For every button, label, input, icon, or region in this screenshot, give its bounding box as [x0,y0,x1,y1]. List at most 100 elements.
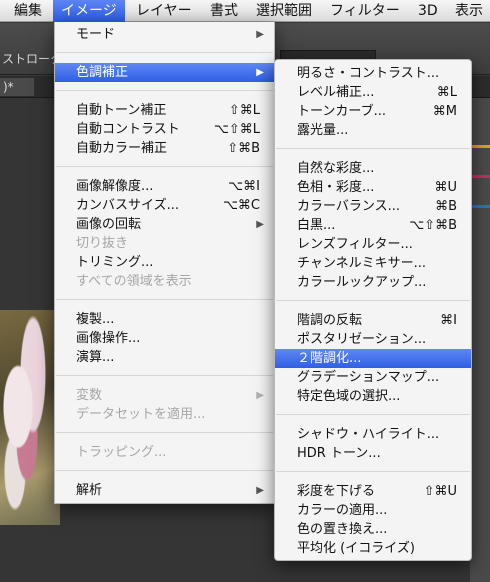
menu-item-label: 画像解像度... [76,179,154,194]
menu-item-equalize[interactable]: 平均化 (イコライズ) [275,539,471,558]
menu-item-crop: 切り抜き [55,234,274,253]
menu-item-label: トーンカーブ... [297,104,386,119]
menu-item-label: 白黒... [297,218,336,233]
menu-separator [276,471,470,472]
menu-item-black-white[interactable]: 白黒... ⌥⇧⌘B [275,216,471,235]
menu-item-label: 色相・彩度... [297,180,375,195]
menu-item-label: 明るさ・コントラスト... [297,66,440,81]
menu-item-calculations[interactable]: 演算... [55,348,274,367]
menu-item-label: トリミング... [76,255,154,270]
menu-item-label: レンズフィルター... [297,237,413,252]
menu-edit[interactable]: 編集 [6,0,50,22]
menu-item-label: レベル補正... [297,85,375,100]
menu-item-selective-color[interactable]: 特定色域の選択... [275,387,471,406]
menu-item-label: ポスタリゼーション... [297,332,427,347]
menu-item-label: 演算... [76,350,115,365]
menu-item-label: 露光量... [297,123,349,138]
menu-separator [56,166,273,167]
menu-item-hdr-toning[interactable]: HDR トーン... [275,444,471,463]
menu-item-shadows-highlights[interactable]: シャドウ・ハイライト... [275,425,471,444]
menu-item-replace-color[interactable]: 色の置き換え... [275,520,471,539]
menu-select[interactable]: 選択範囲 [248,0,320,22]
menu-item-canvas-size[interactable]: カンバスサイズ... ⌥⌘C [55,196,274,215]
menu-item-brightness-contrast[interactable]: 明るさ・コントラスト... [275,64,471,83]
menu-item-auto-contrast[interactable]: 自動コントラスト ⌥⇧⌘L [55,120,274,139]
menu-item-label: HDR トーン... [297,446,381,461]
menu-item-color-balance[interactable]: カラーバランス... ⌘B [275,197,471,216]
document-tab[interactable]: )* [0,78,34,96]
menu-image[interactable]: イメージ [53,0,125,22]
menu-item-trap: トラッピング... [55,443,274,462]
menu-item-shortcut: ⌘B [435,199,457,214]
menu-item-threshold[interactable]: ２階調化... [275,349,471,368]
menu-item-shortcut: ⌥⇧⌘L [213,122,260,137]
menu-item-photo-filter[interactable]: レンズフィルター... [275,235,471,254]
menu-item-invert[interactable]: 階調の反転 ⌘I [275,311,471,330]
menu-item-shortcut: ⌥⌘C [222,198,260,213]
menu-item-label: 画像操作... [76,331,141,346]
menu-item-image-size[interactable]: 画像解像度... ⌥⌘I [55,177,274,196]
stroke-label: ストローク [2,52,63,66]
menu-separator [276,300,470,301]
menu-item-levels[interactable]: レベル補正... ⌘L [275,83,471,102]
menu-item-label: 変数 [76,388,103,403]
menu-item-label: 特定色域の選択... [297,389,401,404]
submenu-arrow-icon: ▶ [256,29,264,40]
menu-item-trim[interactable]: トリミング... [55,253,274,272]
menu-item-label: シャドウ・ハイライト... [297,427,440,442]
menu-item-desaturate[interactable]: 彩度を下げる ⇧⌘U [275,482,471,501]
submenu-arrow-icon: ▶ [256,219,264,230]
menu-item-auto-color[interactable]: 自動カラー補正 ⇧⌘B [55,139,274,158]
menu-item-label: 複製... [76,312,115,327]
menu-item-label: カンバスサイズ... [76,198,180,213]
menu-item-exposure[interactable]: 露光量... [275,121,471,140]
menu-item-auto-tone[interactable]: 自動トーン補正 ⇧⌘L [55,101,274,120]
menu-item-apply-image[interactable]: 画像操作... [55,329,274,348]
document-photo [0,310,60,525]
menu-item-label: モード [76,27,116,42]
menu-item-adjustments[interactable]: 色調補正 ▶ [55,63,274,82]
menu-item-curves[interactable]: トーンカーブ... ⌘M [275,102,471,121]
menu-item-label: チャンネルミキサー... [297,256,427,271]
menu-item-label: グラデーションマップ... [297,370,440,385]
menu-item-label: 平均化 (イコライズ) [297,541,415,556]
menu-item-hue-saturation[interactable]: 色相・彩度... ⌘U [275,178,471,197]
image-menu: モード ▶ 色調補正 ▶ 自動トーン補正 ⇧⌘L 自動コントラスト ⌥⇧⌘L 自… [54,22,275,504]
menu-item-analysis[interactable]: 解析 ▶ [55,481,274,500]
menu-filter[interactable]: フィルター [322,0,408,22]
menu-item-posterize[interactable]: ポスタリゼーション... [275,330,471,349]
panel-color-strip [470,145,490,148]
adjustments-submenu: 明るさ・コントラスト... レベル補正... ⌘L トーンカーブ... ⌘M 露… [274,59,472,561]
menu-item-gradient-map[interactable]: グラデーションマップ... [275,368,471,387]
menu-bar: 編集 イメージ レイヤー 書式 選択範囲 フィルター 3D 表示 [0,0,490,22]
menu-item-vibrance[interactable]: 自然な彩度... [275,159,471,178]
menu-item-shortcut: ⌘I [440,313,457,328]
menu-separator [56,432,273,433]
menu-item-label: 自動カラー補正 [76,141,168,156]
menu-item-label: すべての領域を表示 [76,274,192,289]
menu-item-label: 画像の回転 [76,217,142,232]
menu-item-label: 切り抜き [76,236,129,251]
menu-item-label: データセットを適用... [76,407,206,422]
menu-item-label: 階調の反転 [297,313,363,328]
menu-item-label: カラーバランス... [297,199,401,214]
menu-item-shortcut: ⇧⌘U [423,484,457,499]
menu-item-color-lookup[interactable]: カラールックアップ... [275,273,471,292]
menu-item-channel-mixer[interactable]: チャンネルミキサー... [275,254,471,273]
menu-item-shortcut: ⌘U [434,180,457,195]
menu-view[interactable]: 表示 [447,0,490,22]
menu-item-mode[interactable]: モード ▶ [55,25,274,44]
submenu-arrow-icon: ▶ [256,67,264,78]
menu-item-image-rotation[interactable]: 画像の回転 ▶ [55,215,274,234]
menu-item-label: 自動トーン補正 [76,103,167,118]
menu-layer[interactable]: レイヤー [128,0,200,22]
menu-item-label: 解析 [76,483,103,498]
menu-3d[interactable]: 3D [410,0,446,22]
menu-item-shortcut: ⇧⌘B [227,141,260,156]
menu-item-label: 自然な彩度... [297,161,375,176]
menu-item-label: カラーの適用... [297,503,388,518]
menu-item-match-color[interactable]: カラーの適用... [275,501,471,520]
menu-type[interactable]: 書式 [202,0,246,22]
menu-item-duplicate[interactable]: 複製... [55,310,274,329]
menu-separator [56,52,273,53]
